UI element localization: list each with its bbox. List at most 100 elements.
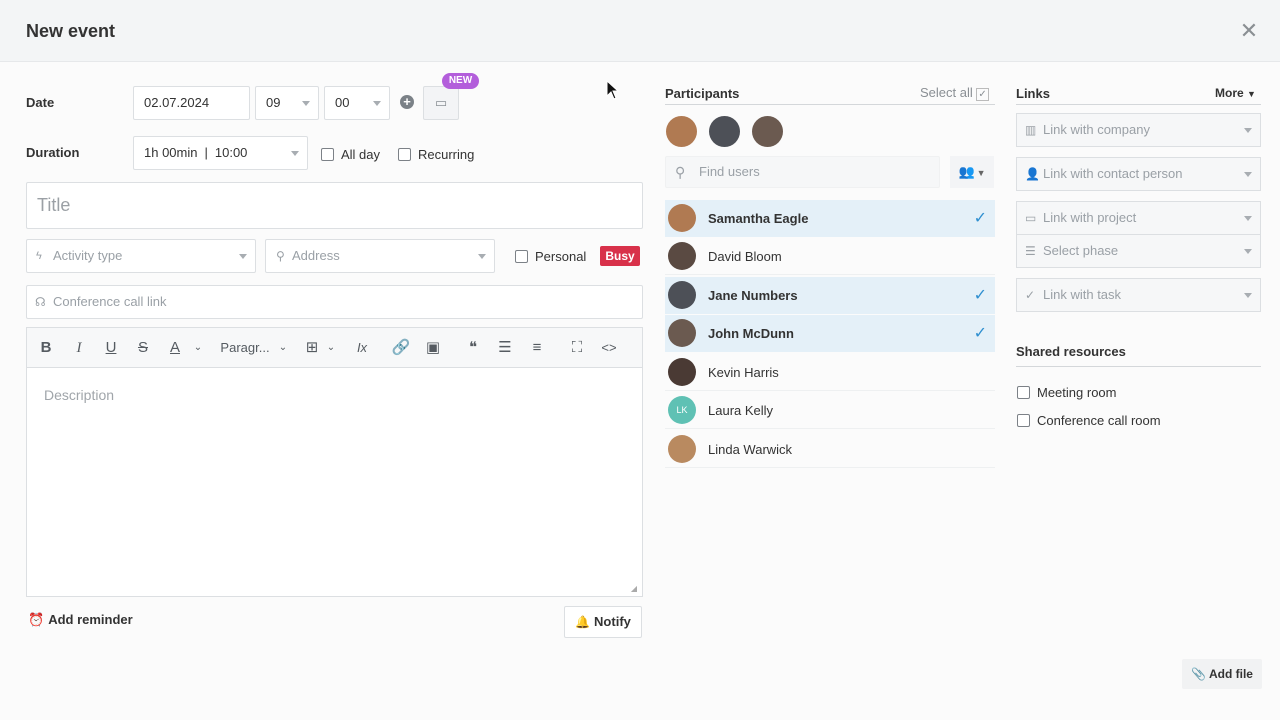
image-icon[interactable]: ▣: [423, 328, 443, 368]
chevron-down-icon: ▼: [1247, 89, 1256, 99]
editor-toolbar: B I U S A ⌄ Paragr... ⌄ ⊞ ⌄ Ix 🔗 ▣ ❝ ☰ ≡…: [26, 327, 643, 367]
add-time-icon[interactable]: +: [400, 95, 414, 109]
check-icon: ✓: [973, 325, 987, 342]
paragraph-select[interactable]: Paragr...: [217, 328, 273, 368]
divider: [1016, 104, 1261, 105]
resize-handle-icon[interactable]: ◢: [631, 584, 637, 593]
participant-name: Linda Warwick: [708, 442, 793, 457]
selected-avatar-samantha[interactable]: [666, 116, 697, 147]
conference-link-input[interactable]: ☊ Conference call link: [26, 285, 643, 319]
participant-row[interactable]: Jane Numbers ✓: [665, 277, 995, 314]
chevron-down-icon: [291, 151, 299, 156]
participant-row[interactable]: Linda Warwick: [665, 431, 995, 468]
bullet-list-icon[interactable]: ☰: [495, 328, 515, 368]
headset-icon: ☊: [35, 295, 46, 309]
building-icon: ▥: [1025, 123, 1037, 137]
code-icon[interactable]: <>: [599, 328, 619, 368]
chevron-down-icon: [1244, 216, 1252, 221]
chevron-down-icon: [373, 101, 381, 106]
link-project-select[interactable]: ▭ Link with project: [1016, 201, 1261, 235]
find-users-input[interactable]: ⚲ Find users: [665, 156, 940, 188]
select-phase-select[interactable]: ☰ Select phase: [1016, 234, 1261, 268]
avatar: [668, 358, 696, 386]
chevron-down-icon: [239, 254, 247, 259]
participants-title: Participants: [665, 86, 740, 101]
avatar: [668, 281, 696, 309]
alarm-clock-icon: ⏰: [28, 612, 45, 627]
participant-name: David Bloom: [708, 249, 782, 264]
text-color-button[interactable]: A: [166, 328, 184, 368]
hour-select[interactable]: 09: [255, 86, 319, 120]
all-day-checkbox[interactable]: All day: [321, 147, 380, 162]
underline-button[interactable]: U: [102, 328, 120, 368]
participant-name: Laura Kelly: [708, 403, 774, 418]
location-pin-icon: ⚲: [276, 249, 285, 263]
briefcase-icon: ▭: [1025, 211, 1037, 225]
selected-avatar-john[interactable]: [752, 116, 783, 147]
chevron-down-icon: [1244, 249, 1252, 254]
avatar: [668, 242, 696, 270]
notify-button[interactable]: 🔔 Notify: [564, 606, 642, 638]
add-file-button[interactable]: 📎 Add file: [1182, 659, 1262, 689]
add-reminder-button[interactable]: ⏰ Add reminder: [28, 612, 133, 628]
busy-status-badge[interactable]: Busy: [600, 246, 640, 266]
chevron-down-icon: ▼: [976, 168, 986, 178]
participant-row[interactable]: Samantha Eagle ✓: [665, 200, 995, 237]
search-icon: ⚲: [675, 164, 686, 180]
paperclip-icon: 📎: [1191, 667, 1206, 681]
table-icon[interactable]: ⊞: [303, 328, 321, 368]
links-title: Links: [1016, 86, 1050, 101]
address-select[interactable]: ⚲ Address: [265, 239, 495, 273]
close-icon[interactable]: ✕: [1238, 20, 1260, 42]
participant-name: Kevin Harris: [708, 365, 779, 380]
numbered-list-icon[interactable]: ≡: [527, 328, 547, 368]
title-input[interactable]: Title: [26, 182, 643, 229]
clear-format-button[interactable]: Ix: [352, 328, 372, 368]
conference-room-checkbox[interactable]: Conference call room: [1017, 413, 1161, 428]
chevron-down-icon[interactable]: ⌄: [325, 328, 337, 368]
link-task-select[interactable]: ✓ Link with task: [1016, 278, 1261, 312]
duration-label: Duration: [26, 145, 80, 160]
calendar-planner-icon[interactable]: ▭: [423, 86, 459, 120]
check-icon: ✓: [973, 210, 987, 227]
link-icon[interactable]: 🔗: [391, 328, 411, 368]
dialog-header: New event ✕: [0, 0, 1280, 62]
personal-checkbox[interactable]: Personal: [515, 249, 586, 264]
chevron-down-icon: [1244, 128, 1252, 133]
dialog-title: New event: [26, 21, 116, 41]
link-contact-select[interactable]: 👤 Link with contact person: [1016, 157, 1261, 191]
link-company-select[interactable]: ▥ Link with company: [1016, 113, 1261, 147]
chevron-down-icon[interactable]: ⌄: [277, 328, 289, 368]
participant-name: Samantha Eagle: [708, 211, 809, 226]
minute-select[interactable]: 00: [324, 86, 390, 120]
recurring-checkbox[interactable]: Recurring: [398, 147, 474, 162]
italic-button[interactable]: I: [70, 328, 88, 368]
select-all-button[interactable]: Select all ✓: [920, 85, 989, 101]
user-groups-dropdown[interactable]: 👥 ▼: [950, 156, 994, 188]
fullscreen-icon[interactable]: ⛶: [567, 328, 587, 368]
new-badge: NEW: [442, 73, 479, 89]
activity-type-select[interactable]: ϟ Activity type: [26, 239, 256, 273]
strikethrough-button[interactable]: S: [134, 328, 152, 368]
description-editor[interactable]: Description ◢: [26, 367, 643, 597]
avatar: [668, 319, 696, 347]
participant-row[interactable]: David Bloom: [665, 238, 995, 275]
check-icon: ✓: [1025, 288, 1036, 302]
participant-row[interactable]: John McDunn ✓: [665, 315, 995, 352]
bold-button[interactable]: B: [37, 328, 55, 368]
lightning-icon: ϟ: [36, 250, 42, 262]
more-dropdown[interactable]: More ▼: [1215, 86, 1256, 100]
quote-icon[interactable]: ❝: [463, 328, 483, 368]
description-placeholder: Description: [44, 387, 115, 403]
chevron-down-icon[interactable]: ⌄: [192, 328, 204, 368]
chevron-down-icon: [1244, 172, 1252, 177]
phase-icon: ☰: [1025, 244, 1036, 258]
participant-row[interactable]: Kevin Harris: [665, 354, 995, 391]
meeting-room-checkbox[interactable]: Meeting room: [1017, 385, 1116, 400]
selected-avatar-jane[interactable]: [709, 116, 740, 147]
chevron-down-icon: [478, 254, 486, 259]
date-input[interactable]: 02.07.2024: [133, 86, 250, 120]
participant-row[interactable]: LK Laura Kelly: [665, 392, 995, 429]
duration-select[interactable]: 1h 00min | 10:00: [133, 136, 308, 170]
bell-icon: 🔔: [575, 615, 591, 629]
